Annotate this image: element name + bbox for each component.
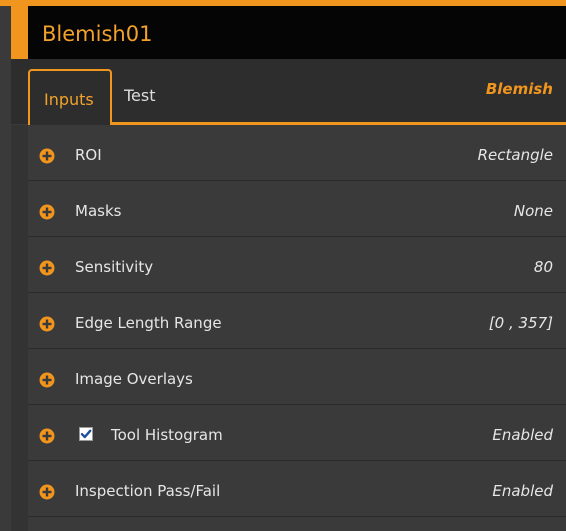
property-value: 80 <box>533 258 553 276</box>
property-row-inspection-pass-fail[interactable]: Inspection Pass/Fail Enabled <box>28 461 566 517</box>
tool-properties-panel: Blemish01 Inputs Test Blemish ROI Rectan… <box>0 0 566 531</box>
property-value: [0 , 357] <box>488 314 553 332</box>
property-row-edge-length-range[interactable]: Edge Length Range [0 , 357] <box>28 293 566 349</box>
property-value: Rectangle <box>477 146 553 164</box>
plus-circle-icon[interactable] <box>39 428 55 444</box>
plus-circle-icon[interactable] <box>39 260 55 276</box>
property-label: Image Overlays <box>75 370 193 388</box>
checkmark-icon <box>80 429 92 439</box>
tool-title: Blemish01 <box>42 22 153 46</box>
tool-histogram-checkbox[interactable] <box>79 427 93 441</box>
property-label: ROI <box>75 146 102 164</box>
property-label: Inspection Pass/Fail <box>75 482 221 500</box>
title-accent-bar <box>11 6 28 59</box>
tab-test[interactable]: Test <box>124 86 156 105</box>
property-value: Enabled <box>492 426 553 444</box>
left-gutter <box>11 125 28 531</box>
property-row-sensitivity[interactable]: Sensitivity 80 <box>28 237 566 293</box>
property-label: Masks <box>75 202 122 220</box>
tab-inputs-label: Inputs <box>44 90 94 109</box>
property-row-tool-histogram[interactable]: Tool Histogram Enabled <box>28 405 566 461</box>
property-label: Edge Length Range <box>75 314 222 332</box>
property-label: Sensitivity <box>75 258 154 276</box>
plus-circle-icon[interactable] <box>39 316 55 332</box>
property-value: None <box>513 202 553 220</box>
property-list: ROI Rectangle Masks None Sensitivity 80 <box>28 125 566 531</box>
plus-circle-icon[interactable] <box>39 148 55 164</box>
property-row-image-overlays[interactable]: Image Overlays <box>28 349 566 405</box>
plus-circle-icon[interactable] <box>39 204 55 220</box>
plus-circle-icon[interactable] <box>39 372 55 388</box>
tab-inputs[interactable]: Inputs <box>28 69 112 125</box>
property-label: Tool Histogram <box>111 426 223 444</box>
property-value: Enabled <box>492 482 553 500</box>
plus-circle-icon[interactable] <box>39 484 55 500</box>
property-row-roi[interactable]: ROI Rectangle <box>28 125 566 181</box>
property-row-masks[interactable]: Masks None <box>28 181 566 237</box>
tool-type-label: Blemish <box>485 80 553 98</box>
